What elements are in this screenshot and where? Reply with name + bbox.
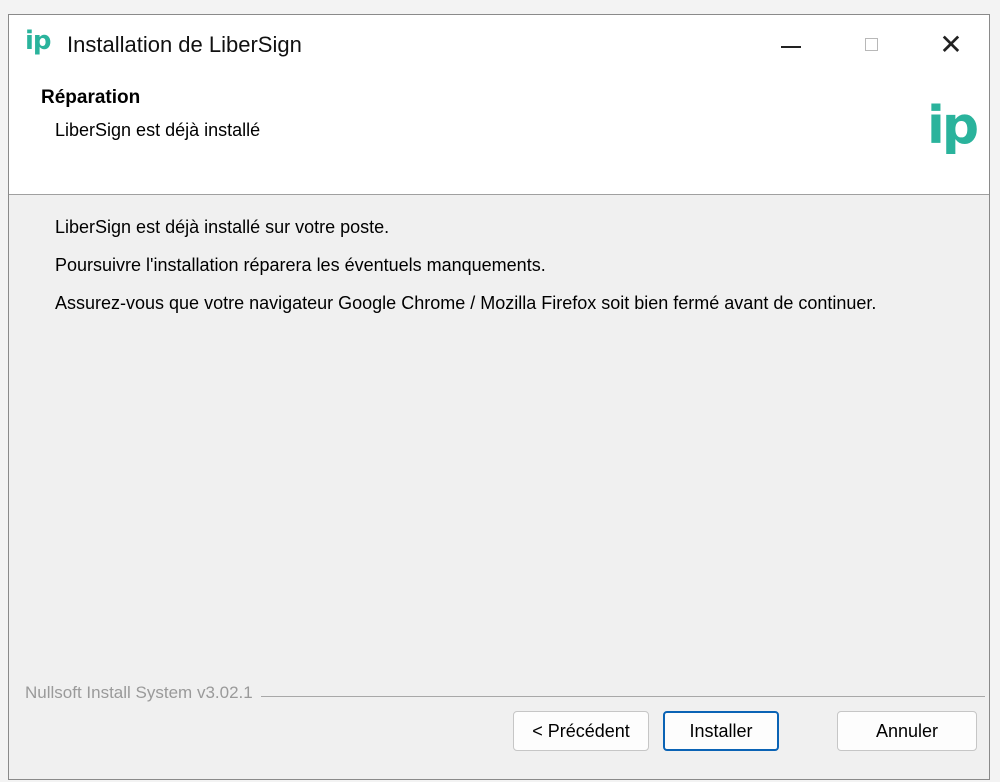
page-title: Réparation (41, 87, 141, 108)
installer-window: ip Installation de LiberSign ✕ Réparatio… (8, 14, 990, 780)
cancel-button[interactable]: Annuler (837, 711, 977, 751)
close-button[interactable]: ✕ (911, 15, 989, 73)
app-logo-icon: ip (25, 26, 52, 56)
info-text-browser-warning: Assurez-vous que votre navigateur Google… (55, 293, 877, 313)
previous-button[interactable]: < Précédent (513, 711, 649, 751)
branding-text: Nullsoft Install System v3.02.1 (25, 683, 261, 703)
page-subtitle: LiberSign est déjà installé (55, 120, 261, 140)
info-text-repair: Poursuivre l'installation réparera les é… (55, 255, 546, 275)
maximize-button[interactable] (831, 15, 911, 73)
title-bar[interactable]: ip Installation de LiberSign ✕ (9, 15, 989, 73)
page-header: Réparation LiberSign est déjà installé i… (9, 73, 989, 195)
install-button[interactable]: Installer (663, 711, 779, 751)
page-content: LiberSign est déjà installé sur votre po… (55, 215, 955, 329)
maximize-icon (864, 37, 878, 51)
minimize-icon (781, 46, 801, 48)
close-icon: ✕ (939, 28, 963, 60)
info-text-installed: LiberSign est déjà installé sur votre po… (55, 217, 390, 237)
brand-logo-icon: ip (927, 96, 979, 156)
window-title: Installation de LiberSign (67, 32, 302, 57)
minimize-button[interactable] (751, 15, 831, 73)
